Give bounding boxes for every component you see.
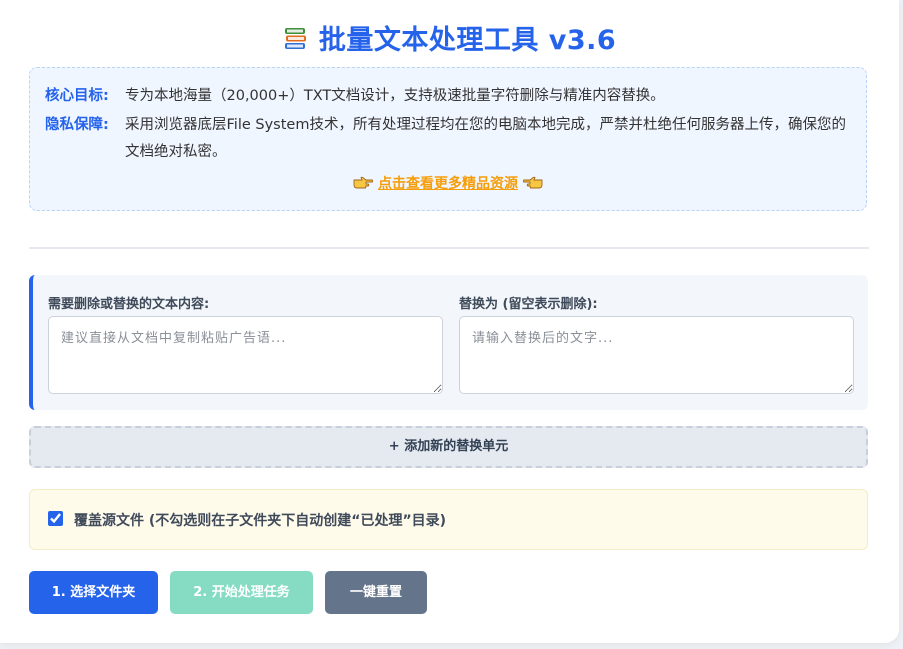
reset-button[interactable]: 一键重置	[325, 571, 427, 614]
find-text-input[interactable]	[48, 316, 443, 394]
books-icon	[284, 28, 306, 49]
info-panel: 核心目标: 专为本地海量（20,000+）TXT文档设计，支持极速批量字符删除与…	[29, 67, 867, 211]
goal-text: 专为本地海量（20,000+）TXT文档设计，支持极速批量字符删除与精准内容替换…	[125, 88, 665, 104]
more-resources-link[interactable]: 点击查看更多精品资源	[378, 176, 518, 192]
overwrite-option: 覆盖源文件 (不勾选则在子文件夹下自动创建“已处理”目录)	[29, 489, 868, 550]
privacy-row: 隐私保障: 采用浏览器底层File System技术，所有处理过程均在您的电脑本…	[45, 112, 846, 166]
replace-text-input[interactable]	[459, 316, 854, 394]
overwrite-checkbox[interactable]	[48, 511, 63, 526]
divider	[29, 247, 869, 249]
hand-pointing-right-icon	[353, 176, 374, 189]
title-text: 批量文本处理工具 v3.6	[318, 25, 617, 56]
start-task-button[interactable]: 2. 开始处理任务	[170, 571, 313, 614]
replace-label: 替换为 (留空表示删除):	[459, 297, 598, 312]
select-folder-button[interactable]: 1. 选择文件夹	[29, 571, 158, 614]
privacy-text: 采用浏览器底层File System技术，所有处理过程均在您的电脑本地完成，严禁…	[125, 117, 846, 160]
hand-pointing-left-icon	[522, 176, 543, 189]
privacy-label: 隐私保障:	[45, 117, 109, 133]
more-resources: 点击查看更多精品资源	[30, 173, 866, 193]
page-title: 批量文本处理工具 v3.6	[0, 18, 899, 57]
goal-label: 核心目标:	[45, 88, 109, 104]
find-label: 需要删除或替换的文本内容:	[48, 297, 210, 312]
tool-card: 批量文本处理工具 v3.6 核心目标: 专为本地海量（20,000+）TXT文档…	[0, 0, 899, 643]
overwrite-label[interactable]: 覆盖源文件 (不勾选则在子文件夹下自动创建“已处理”目录)	[74, 510, 446, 530]
replace-unit: 需要删除或替换的文本内容: 替换为 (留空表示删除):	[29, 275, 868, 410]
goal-row: 核心目标: 专为本地海量（20,000+）TXT文档设计，支持极速批量字符删除与…	[45, 83, 846, 110]
add-unit-button[interactable]: + 添加新的替换单元	[29, 426, 868, 468]
